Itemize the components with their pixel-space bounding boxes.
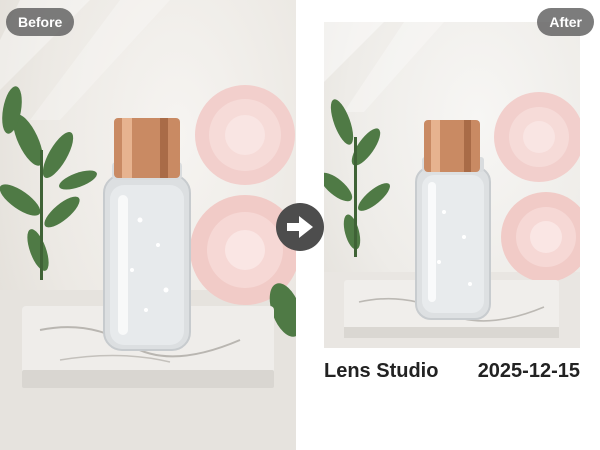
after-label-badge: After bbox=[537, 8, 594, 36]
compare-arrow-button bbox=[276, 203, 324, 251]
after-image-panel: After Lens Studio 2025-12-15 bbox=[304, 0, 600, 450]
brand-caption: Lens Studio bbox=[324, 360, 439, 382]
after-product-photo bbox=[324, 22, 580, 348]
glass-bottle bbox=[103, 118, 191, 351]
arrow-right-icon bbox=[287, 216, 313, 238]
date-caption: 2025-12-15 bbox=[477, 360, 580, 382]
before-label-badge: Before bbox=[6, 8, 75, 36]
before-product-photo bbox=[0, 0, 296, 450]
before-image-panel: Before bbox=[0, 0, 296, 450]
